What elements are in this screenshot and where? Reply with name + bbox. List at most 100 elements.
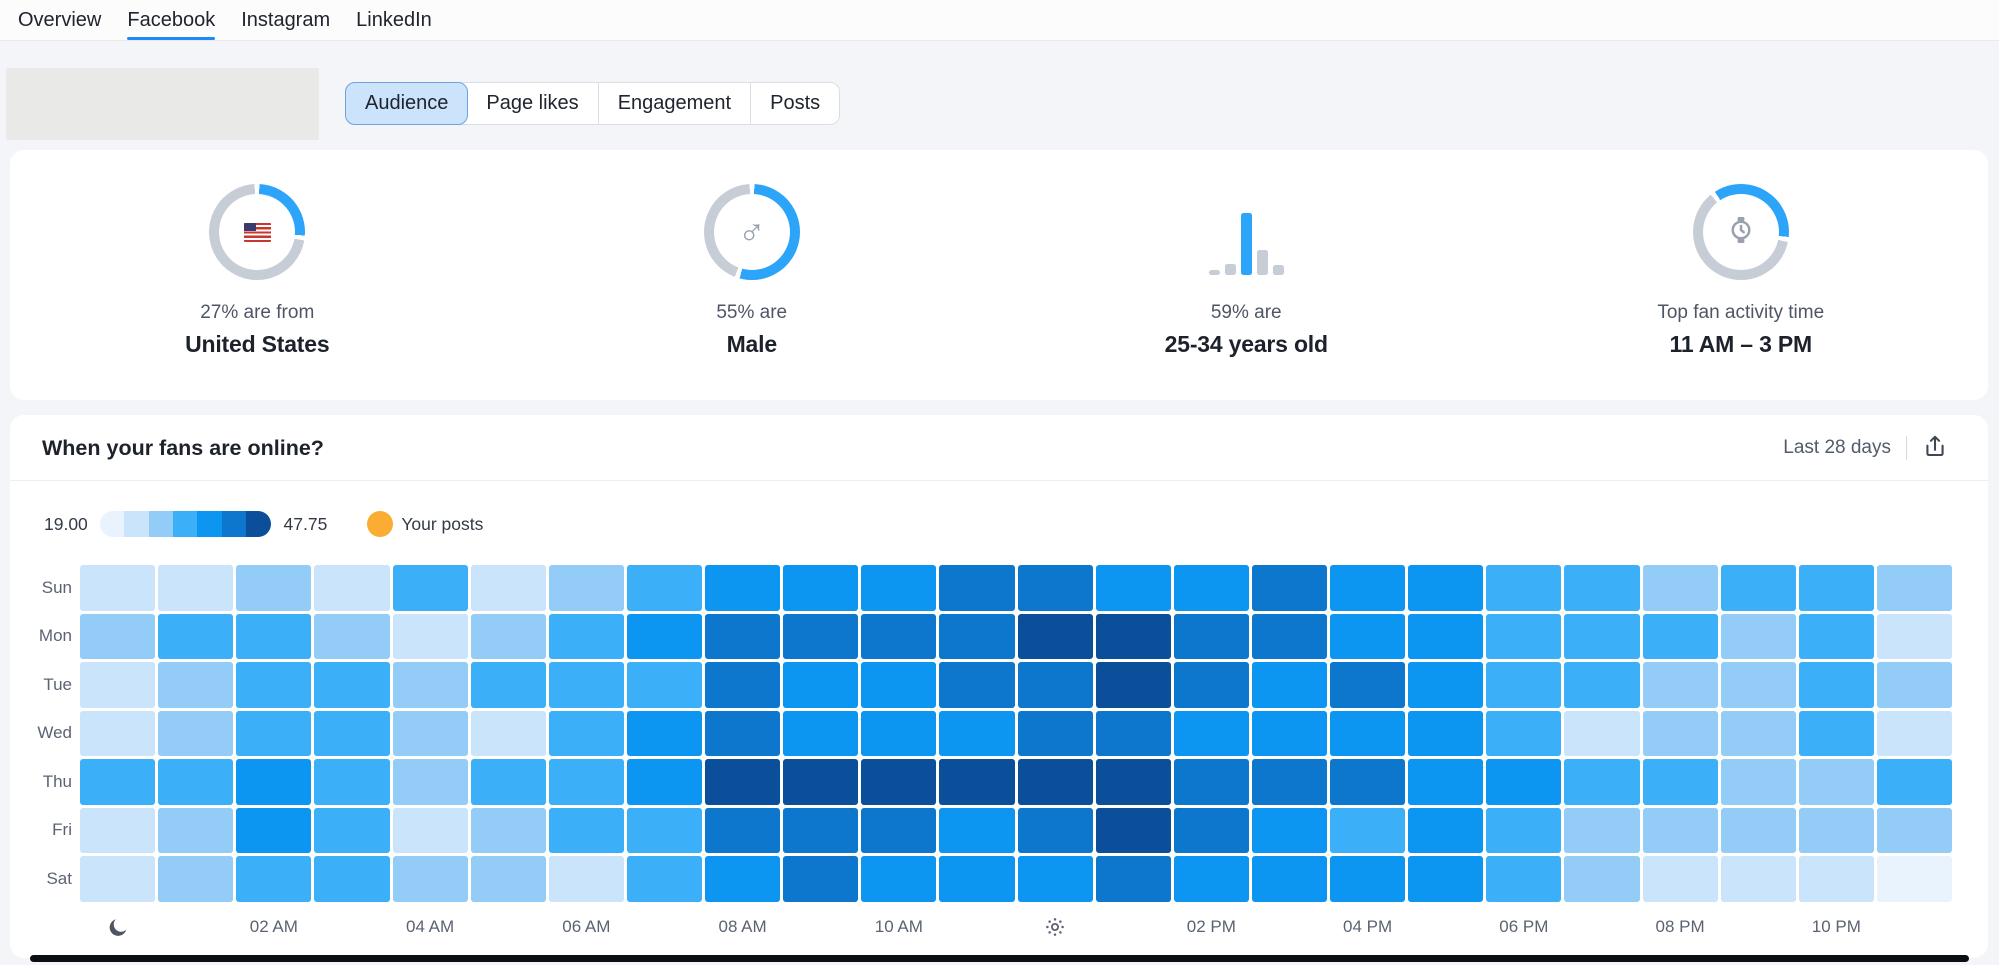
heatmap-cell[interactable] bbox=[80, 711, 155, 757]
heatmap-cell[interactable] bbox=[1330, 565, 1405, 611]
heatmap-cell[interactable] bbox=[1408, 856, 1483, 902]
heatmap-cell[interactable] bbox=[314, 614, 389, 660]
heatmap-cell[interactable] bbox=[236, 856, 311, 902]
heatmap-cell[interactable] bbox=[80, 808, 155, 854]
heatmap-cell[interactable] bbox=[393, 662, 468, 708]
heatmap-cell[interactable] bbox=[1096, 565, 1171, 611]
heatmap-cell[interactable] bbox=[1096, 662, 1171, 708]
heatmap-cell[interactable] bbox=[393, 614, 468, 660]
heatmap-cell[interactable] bbox=[861, 808, 936, 854]
heatmap-cell[interactable] bbox=[1799, 856, 1874, 902]
heatmap-cell[interactable] bbox=[549, 565, 624, 611]
horizontal-scrollbar[interactable] bbox=[30, 955, 1969, 962]
heatmap-cell[interactable] bbox=[471, 614, 546, 660]
heatmap-cell[interactable] bbox=[314, 856, 389, 902]
heatmap-cell[interactable] bbox=[80, 856, 155, 902]
heatmap-cell[interactable] bbox=[471, 662, 546, 708]
heatmap-cell[interactable] bbox=[939, 759, 1014, 805]
heatmap-cell[interactable] bbox=[236, 759, 311, 805]
heatmap-cell[interactable] bbox=[627, 759, 702, 805]
heatmap-cell[interactable] bbox=[236, 614, 311, 660]
heatmap-cell[interactable] bbox=[471, 711, 546, 757]
heatmap-cell[interactable] bbox=[1174, 808, 1249, 854]
heatmap-cell[interactable] bbox=[861, 856, 936, 902]
heatmap-cell[interactable] bbox=[236, 711, 311, 757]
heatmap-cell[interactable] bbox=[1799, 711, 1874, 757]
heatmap-cell[interactable] bbox=[1564, 759, 1639, 805]
heatmap-cell[interactable] bbox=[1018, 662, 1093, 708]
heatmap-cell[interactable] bbox=[1252, 565, 1327, 611]
heatmap-cell[interactable] bbox=[783, 711, 858, 757]
heatmap-cell[interactable] bbox=[705, 808, 780, 854]
heatmap-cell[interactable] bbox=[393, 856, 468, 902]
heatmap-cell[interactable] bbox=[1486, 856, 1561, 902]
heatmap-cell[interactable] bbox=[1877, 662, 1952, 708]
heatmap-cell[interactable] bbox=[1564, 662, 1639, 708]
heatmap-cell[interactable] bbox=[471, 759, 546, 805]
heatmap-cell[interactable] bbox=[1252, 856, 1327, 902]
heatmap-cell[interactable] bbox=[1643, 808, 1718, 854]
heatmap-cell[interactable] bbox=[549, 759, 624, 805]
heatmap-cell[interactable] bbox=[861, 711, 936, 757]
heatmap-cell[interactable] bbox=[1252, 759, 1327, 805]
heatmap-cell[interactable] bbox=[80, 614, 155, 660]
heatmap-cell[interactable] bbox=[1721, 808, 1796, 854]
heatmap-cell[interactable] bbox=[1174, 662, 1249, 708]
heatmap-cell[interactable] bbox=[939, 808, 1014, 854]
heatmap-cell[interactable] bbox=[1330, 662, 1405, 708]
heatmap-cell[interactable] bbox=[1018, 711, 1093, 757]
heatmap-cell[interactable] bbox=[549, 808, 624, 854]
heatmap-cell[interactable] bbox=[705, 759, 780, 805]
heatmap-cell[interactable] bbox=[1799, 662, 1874, 708]
heatmap-cell[interactable] bbox=[861, 614, 936, 660]
heatmap-cell[interactable] bbox=[1408, 711, 1483, 757]
heatmap-cell[interactable] bbox=[1721, 662, 1796, 708]
heatmap-cell[interactable] bbox=[1799, 759, 1874, 805]
heatmap-cell[interactable] bbox=[705, 614, 780, 660]
heatmap-cell[interactable] bbox=[1018, 565, 1093, 611]
heatmap-cell[interactable] bbox=[1877, 759, 1952, 805]
heatmap-cell[interactable] bbox=[314, 565, 389, 611]
heatmap-cell[interactable] bbox=[1096, 808, 1171, 854]
heatmap-cell[interactable] bbox=[1877, 565, 1952, 611]
heatmap-cell[interactable] bbox=[627, 614, 702, 660]
heatmap-cell[interactable] bbox=[627, 711, 702, 757]
heatmap-cell[interactable] bbox=[1721, 614, 1796, 660]
heatmap-cell[interactable] bbox=[1252, 808, 1327, 854]
heatmap-cell[interactable] bbox=[861, 662, 936, 708]
heatmap-cell[interactable] bbox=[861, 565, 936, 611]
heatmap-cell[interactable] bbox=[1486, 808, 1561, 854]
heatmap-cell[interactable] bbox=[783, 662, 858, 708]
heatmap-cell[interactable] bbox=[1486, 759, 1561, 805]
tab-posts[interactable]: Posts bbox=[751, 83, 839, 124]
heatmap-cell[interactable] bbox=[1096, 711, 1171, 757]
heatmap-cell[interactable] bbox=[705, 565, 780, 611]
heatmap-cell[interactable] bbox=[627, 565, 702, 611]
heatmap-cell[interactable] bbox=[627, 662, 702, 708]
heatmap-cell[interactable] bbox=[80, 565, 155, 611]
heatmap-cell[interactable] bbox=[1174, 759, 1249, 805]
heatmap-cell[interactable] bbox=[1408, 808, 1483, 854]
tab-page-likes[interactable]: Page likes bbox=[467, 83, 598, 124]
nav-tab-facebook[interactable]: Facebook bbox=[127, 0, 215, 40]
heatmap-cell[interactable] bbox=[1018, 759, 1093, 805]
heatmap-cell[interactable] bbox=[1643, 565, 1718, 611]
heatmap-cell[interactable] bbox=[1799, 808, 1874, 854]
heatmap-cell[interactable] bbox=[1486, 662, 1561, 708]
heatmap-cell[interactable] bbox=[1330, 856, 1405, 902]
heatmap-cell[interactable] bbox=[393, 808, 468, 854]
heatmap-cell[interactable] bbox=[471, 565, 546, 611]
heatmap-cell[interactable] bbox=[393, 565, 468, 611]
heatmap-cell[interactable] bbox=[1564, 711, 1639, 757]
heatmap-cell[interactable] bbox=[783, 808, 858, 854]
heatmap-cell[interactable] bbox=[1564, 808, 1639, 854]
heatmap-cell[interactable] bbox=[939, 662, 1014, 708]
heatmap-cell[interactable] bbox=[939, 711, 1014, 757]
heatmap-cell[interactable] bbox=[158, 856, 233, 902]
heatmap-cell[interactable] bbox=[783, 856, 858, 902]
heatmap-cell[interactable] bbox=[1174, 711, 1249, 757]
heatmap-cell[interactable] bbox=[783, 759, 858, 805]
heatmap-cell[interactable] bbox=[939, 565, 1014, 611]
heatmap-cell[interactable] bbox=[939, 856, 1014, 902]
heatmap-cell[interactable] bbox=[158, 711, 233, 757]
